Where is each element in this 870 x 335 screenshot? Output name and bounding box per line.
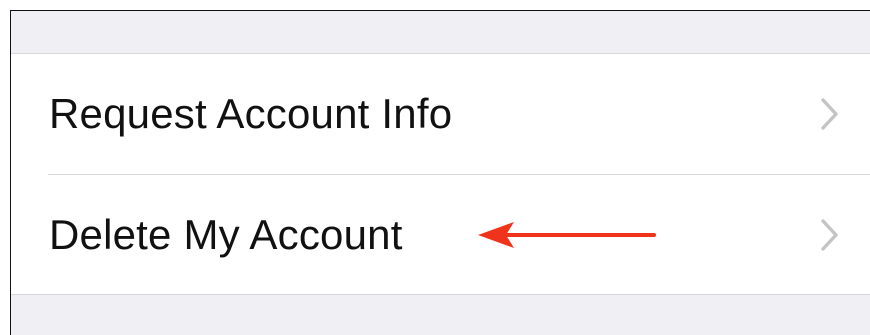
request-account-info-row[interactable]: Request Account Info (11, 54, 870, 174)
red-arrow-left-icon (478, 222, 656, 248)
chevron-right-icon (821, 219, 838, 251)
settings-screen: Request Account Info Delete My Account (10, 10, 870, 335)
account-settings-group: Request Account Info Delete My Account (11, 53, 870, 295)
delete-my-account-label: Delete My Account (49, 211, 403, 258)
request-account-info-label: Request Account Info (49, 90, 453, 137)
delete-my-account-row[interactable]: Delete My Account (11, 175, 870, 295)
chevron-right-icon (821, 98, 838, 130)
